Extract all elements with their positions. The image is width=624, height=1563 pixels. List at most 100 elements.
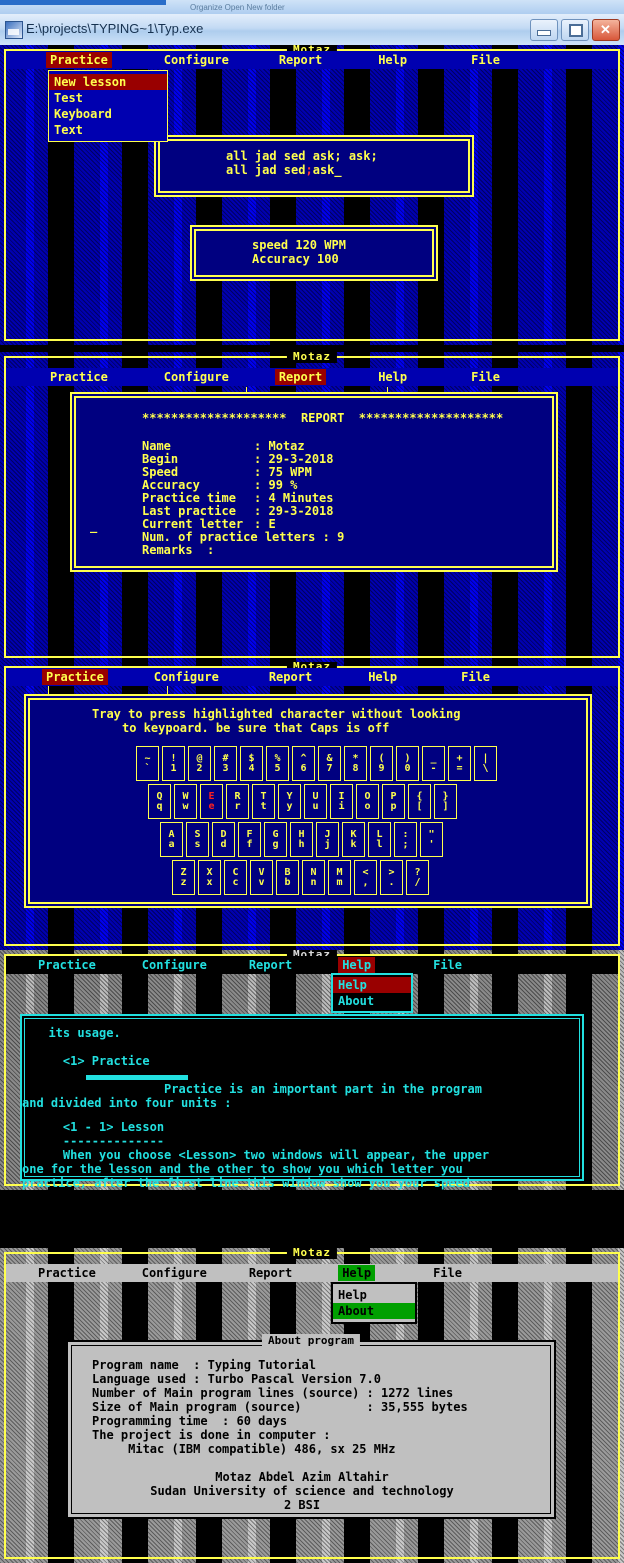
keyboard-key-/[interactable]: ? / xyxy=(406,860,429,895)
report-heading-row: ******************** REPORT ************… xyxy=(142,412,503,425)
menu-item-text[interactable]: Text xyxy=(49,122,167,138)
keyboard-key-m[interactable]: Mm xyxy=(328,860,351,895)
menu-item-new-lesson[interactable]: New lesson xyxy=(49,74,167,90)
menu-report[interactable]: Report xyxy=(275,52,326,68)
key-upper: S xyxy=(194,828,201,840)
keyboard-key-\[interactable]: | \ xyxy=(474,746,497,781)
menu-practice[interactable]: Practice xyxy=(46,369,112,385)
menu-report[interactable]: Report xyxy=(245,957,296,973)
keyboard-key-n[interactable]: Nn xyxy=(302,860,325,895)
menu-item-test[interactable]: Test xyxy=(49,90,167,106)
keyboard-key-][interactable]: }] xyxy=(434,784,457,819)
menu-configure[interactable]: Configure xyxy=(138,957,211,973)
menu-report[interactable]: Report xyxy=(274,369,327,385)
menu-item-help[interactable]: Help xyxy=(333,1287,415,1303)
keyboard-key-'[interactable]: " ' xyxy=(420,822,443,857)
help-dropdown-menu[interactable]: Help About xyxy=(331,973,413,1013)
close-button[interactable]: ✕ xyxy=(592,19,620,41)
menu-file[interactable]: File xyxy=(467,369,504,385)
menu-file[interactable]: File xyxy=(457,669,494,685)
keyboard-key-u[interactable]: Uu xyxy=(304,784,327,819)
keyboard-key-f[interactable]: Ff xyxy=(238,822,261,857)
keyboard-key-`[interactable]: ~ ` xyxy=(136,746,159,781)
window-titlebar[interactable]: E:\projects\TYPING~1\Typ.exe ✕ xyxy=(0,14,624,46)
menubar-1: Practice Configure Report Help File xyxy=(6,51,618,69)
keyboard-key-o[interactable]: Oo xyxy=(356,784,379,819)
keyboard-key-3[interactable]: #3 xyxy=(214,746,237,781)
keyboard-key-b[interactable]: Bb xyxy=(276,860,299,895)
keyboard-key-a[interactable]: Aa xyxy=(160,822,183,857)
minimize-button[interactable] xyxy=(530,19,558,41)
keyboard-row-number: ~ `! 1 @2 #3 $4% 5 ^ 6 & 7 * 8(9) 0 _ - + = | \ xyxy=(136,746,500,781)
keyboard-key-r[interactable]: Rr xyxy=(226,784,249,819)
about-dropdown-menu[interactable]: Help About xyxy=(331,1282,417,1324)
keyboard-key-i[interactable]: Ii xyxy=(330,784,353,819)
keyboard-key--[interactable]: _ - xyxy=(422,746,445,781)
keyboard-key-s[interactable]: Ss xyxy=(186,822,209,857)
keyboard-key-z[interactable]: Zz xyxy=(172,860,195,895)
stat-speed: speed 120 WPM xyxy=(252,238,346,252)
menu-help[interactable]: Help xyxy=(338,957,376,973)
keyboard-key-q[interactable]: Qq xyxy=(148,784,171,819)
menu-report[interactable]: Report xyxy=(265,669,316,685)
key-lower: 6 xyxy=(300,762,307,774)
menu-practice[interactable]: Practice xyxy=(34,1265,100,1281)
lesson-line-2-error: ; xyxy=(305,163,313,177)
keyboard-key-y[interactable]: Yy xyxy=(278,784,301,819)
menu-file[interactable]: File xyxy=(429,1265,466,1281)
about-author: Motaz Abdel Azim Altahir xyxy=(215,1470,389,1484)
keyboard-key-.[interactable]: >. xyxy=(380,860,403,895)
menu-help[interactable]: Help xyxy=(374,52,411,68)
key-lower: 1 xyxy=(170,762,177,774)
menu-file[interactable]: File xyxy=(467,52,504,68)
menu-help[interactable]: Help xyxy=(364,669,401,685)
keyboard-key-t[interactable]: Tt xyxy=(252,784,275,819)
keyboard-key-h[interactable]: Hh xyxy=(290,822,313,857)
menu-item-keyboard[interactable]: Keyboard xyxy=(49,106,167,122)
keyboard-key-=[interactable]: + = xyxy=(448,746,471,781)
practice-dropdown-menu[interactable]: New lesson Test Keyboard Text xyxy=(48,70,168,142)
keyboard-key-;[interactable]: :; xyxy=(394,822,417,857)
key-lower: p xyxy=(390,800,397,812)
keyboard-key-8[interactable]: * 8 xyxy=(344,746,367,781)
keyboard-key-j[interactable]: Jj xyxy=(316,822,339,857)
menu-item-about[interactable]: About xyxy=(333,993,411,1009)
key-lower: . xyxy=(388,876,395,888)
keyboard-key-p[interactable]: Pp xyxy=(382,784,405,819)
keyboard-key-x[interactable]: Xx xyxy=(198,860,221,895)
keyboard-key-g[interactable]: Gg xyxy=(264,822,287,857)
keyboard-key-v[interactable]: Vv xyxy=(250,860,273,895)
keyboard-key-4[interactable]: $4 xyxy=(240,746,263,781)
keyboard-key-5[interactable]: % 5 xyxy=(266,746,289,781)
keyboard-key-c[interactable]: Cc xyxy=(224,860,247,895)
keyboard-key-k[interactable]: Kk xyxy=(342,822,365,857)
keyboard-key-6[interactable]: ^ 6 xyxy=(292,746,315,781)
keyboard-key-w[interactable]: Ww xyxy=(174,784,197,819)
keyboard-key-9[interactable]: (9 xyxy=(370,746,393,781)
keyboard-key-[[interactable]: {[ xyxy=(408,784,431,819)
keyboard-key-1[interactable]: ! 1 xyxy=(162,746,185,781)
menu-practice[interactable]: Practice xyxy=(42,669,108,685)
keyboard-key-d[interactable]: Dd xyxy=(212,822,235,857)
menu-file[interactable]: File xyxy=(429,957,466,973)
menu-item-about[interactable]: About xyxy=(333,1303,415,1319)
menu-help[interactable]: Help xyxy=(338,1265,376,1281)
panel-help: Motaz Practice Configure Report Help Fil… xyxy=(0,950,624,1190)
menu-item-help[interactable]: Help xyxy=(333,977,411,993)
menu-practice[interactable]: Practice xyxy=(46,52,112,68)
menu-report[interactable]: Report xyxy=(245,1265,296,1281)
keyboard-key-0[interactable]: ) 0 xyxy=(396,746,419,781)
keyboard-key-2[interactable]: @2 xyxy=(188,746,211,781)
key-lower: 2 xyxy=(196,762,203,774)
maximize-button[interactable] xyxy=(561,19,589,41)
menu-configure[interactable]: Configure xyxy=(138,1265,211,1281)
keyboard-key-7[interactable]: & 7 xyxy=(318,746,341,781)
menu-configure[interactable]: Configure xyxy=(150,669,223,685)
menu-help[interactable]: Help xyxy=(374,369,411,385)
menu-configure[interactable]: Configure xyxy=(160,52,233,68)
menu-practice[interactable]: Practice xyxy=(34,957,100,973)
keyboard-key-e[interactable]: Ee xyxy=(200,784,223,819)
keyboard-key-,[interactable]: <, xyxy=(354,860,377,895)
menu-configure[interactable]: Configure xyxy=(160,369,233,385)
keyboard-key-l[interactable]: Ll xyxy=(368,822,391,857)
